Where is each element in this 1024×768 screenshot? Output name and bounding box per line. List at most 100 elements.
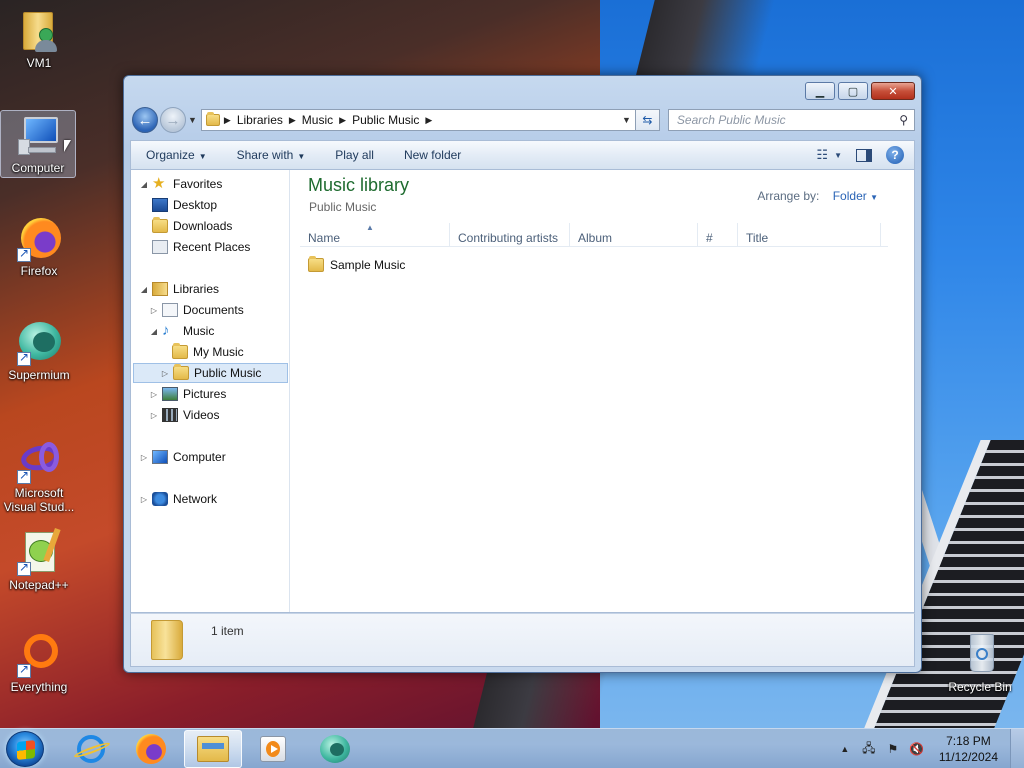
taskbar-windows-explorer[interactable] xyxy=(184,730,242,768)
nav-label: Music xyxy=(183,324,215,338)
organize-button[interactable]: Organize ▼ xyxy=(131,148,222,162)
taskbar-supermium[interactable] xyxy=(306,730,364,768)
desktop-icon-everything[interactable]: Everything xyxy=(1,630,77,694)
collapsed-arrow-icon[interactable]: ▷ xyxy=(139,495,149,504)
desktop-icon-recycle-bin[interactable]: Recycle Bin xyxy=(940,630,1020,694)
nav-documents[interactable]: ▷ Documents xyxy=(149,300,244,320)
notepadpp-icon xyxy=(15,527,63,576)
item-count: 1 item xyxy=(211,624,244,638)
desktop-icon-vm1[interactable]: VM1 xyxy=(1,6,77,70)
close-button[interactable]: ✕ xyxy=(871,82,915,100)
column-number[interactable]: # xyxy=(698,223,738,246)
chevron-down-icon: ▼ xyxy=(198,152,207,161)
search-input[interactable]: Search Public Music ⚲ xyxy=(667,109,915,131)
address-history-dropdown[interactable]: ▼ xyxy=(622,115,631,125)
nav-desktop[interactable]: Desktop xyxy=(152,195,217,215)
column-label: # xyxy=(706,231,713,245)
nav-libraries[interactable]: ◢ Libraries xyxy=(139,279,219,299)
desktop-icon-visual-studio[interactable]: Microsoft Visual Stud... xyxy=(1,436,77,514)
breadcrumb-separator[interactable]: ▶ xyxy=(339,115,346,126)
details-pane: 1 item xyxy=(130,613,915,667)
help-icon[interactable]: ? xyxy=(886,146,904,164)
column-contributing-artists[interactable]: Contributing artists xyxy=(450,223,570,246)
column-album[interactable]: Album xyxy=(570,223,698,246)
clock[interactable]: 7:18 PM 11/12/2024 xyxy=(939,733,998,765)
internet-explorer-icon xyxy=(73,735,111,763)
nav-my-music[interactable]: My Music xyxy=(172,342,244,362)
minimize-button[interactable]: ▁ xyxy=(805,82,835,100)
show-hidden-icons-button[interactable]: ▲ xyxy=(837,741,853,757)
taskbar-internet-explorer[interactable] xyxy=(62,730,120,768)
collapsed-arrow-icon[interactable]: ▷ xyxy=(149,390,159,399)
collapsed-arrow-icon[interactable]: ▷ xyxy=(160,369,170,378)
breadcrumb-separator[interactable]: ▶ xyxy=(224,115,231,126)
play-all-button[interactable]: Play all xyxy=(320,148,389,162)
nav-downloads[interactable]: Downloads xyxy=(152,216,232,236)
arrange-by-dropdown[interactable]: Folder ▼ xyxy=(833,189,878,203)
nav-label: Desktop xyxy=(173,198,218,212)
caption-buttons: ▁ ▢ ✕ xyxy=(805,82,915,100)
arrange-label: Arrange by: xyxy=(757,189,820,203)
volume-muted-icon[interactable]: 🔇 xyxy=(909,741,925,757)
expand-arrow-icon[interactable]: ◢ xyxy=(139,285,149,294)
maximize-button[interactable]: ▢ xyxy=(838,82,868,100)
breadcrumb-separator[interactable]: ▶ xyxy=(425,115,432,126)
show-desktop-button[interactable] xyxy=(1010,729,1024,768)
firefox-icon xyxy=(15,214,63,262)
desktop-icon-notepadpp[interactable]: Notepad++ xyxy=(1,527,77,592)
column-title[interactable]: Title xyxy=(738,223,881,246)
documents-icon xyxy=(162,303,178,317)
expand-arrow-icon[interactable]: ◢ xyxy=(149,327,159,336)
start-button[interactable] xyxy=(6,731,44,767)
view-options-dropdown[interactable]: ▼ xyxy=(834,151,842,160)
sort-ascending-icon: ▲ xyxy=(366,223,374,232)
nav-music[interactable]: ◢ ♪ Music xyxy=(149,321,214,341)
preview-pane-icon[interactable] xyxy=(856,148,872,162)
nav-favorites[interactable]: ◢ ★ Favorites xyxy=(139,174,222,194)
collapsed-arrow-icon[interactable]: ▷ xyxy=(149,306,159,315)
action-center-flag-icon[interactable]: ⚑ xyxy=(885,741,901,757)
nav-computer[interactable]: ▷ Computer xyxy=(139,447,226,467)
column-name[interactable]: ▲ Name xyxy=(300,223,450,246)
list-item[interactable]: Sample Music xyxy=(308,256,405,272)
library-subtitle: Public Music xyxy=(309,200,377,214)
nav-label: Documents xyxy=(183,303,244,317)
clock-time: 7:18 PM xyxy=(946,734,991,748)
share-with-button[interactable]: Share with ▼ xyxy=(222,148,321,162)
share-with-label: Share with xyxy=(236,148,294,162)
refresh-button[interactable]: ⇆ xyxy=(635,109,660,131)
mouse-cursor xyxy=(64,140,71,152)
nav-videos[interactable]: ▷ Videos xyxy=(149,405,219,425)
recent-pages-dropdown[interactable]: ▼ xyxy=(188,115,197,125)
search-icon[interactable]: ⚲ xyxy=(899,113,908,127)
taskbar-firefox[interactable] xyxy=(122,730,180,768)
forward-button[interactable]: → xyxy=(160,107,186,133)
firefox-icon xyxy=(136,734,166,764)
breadcrumb-public-music[interactable]: Public Music xyxy=(352,113,419,127)
back-button[interactable]: ← xyxy=(132,107,158,133)
computer-icon xyxy=(14,111,62,159)
nav-recent-places[interactable]: Recent Places xyxy=(152,237,250,257)
chevron-down-icon: ▼ xyxy=(297,152,306,161)
nav-pictures[interactable]: ▷ Pictures xyxy=(149,384,226,404)
expand-arrow-icon[interactable]: ◢ xyxy=(139,180,149,189)
windows-logo-icon xyxy=(17,740,35,760)
breadcrumb-music[interactable]: Music xyxy=(302,113,333,127)
organize-label: Organize xyxy=(146,148,195,162)
taskbar-media-player[interactable] xyxy=(244,730,302,768)
nav-label: Libraries xyxy=(173,282,220,296)
collapsed-arrow-icon[interactable]: ▷ xyxy=(139,453,149,462)
nav-public-music[interactable]: ▷ Public Music xyxy=(133,363,288,383)
collapsed-arrow-icon[interactable]: ▷ xyxy=(149,411,159,420)
desktop-icon-label: Notepad++ xyxy=(9,578,69,592)
change-view-icon[interactable]: ☷ xyxy=(816,147,828,163)
address-bar[interactable]: ▶ Libraries ▶ Music ▶ Public Music ▶ ▼ xyxy=(200,109,636,131)
breadcrumb-separator[interactable]: ▶ xyxy=(289,115,296,126)
nav-network[interactable]: ▷ Network xyxy=(139,489,217,509)
network-icon[interactable]: 🖧 xyxy=(861,741,877,757)
desktop-icon-supermium[interactable]: Supermium xyxy=(1,318,77,382)
breadcrumb-libraries[interactable]: Libraries xyxy=(237,113,283,127)
new-folder-button[interactable]: New folder xyxy=(389,148,476,162)
desktop-icon-firefox[interactable]: Firefox xyxy=(1,214,77,278)
system-tray: ▲ 🖧 ⚑ 🔇 7:18 PM 11/12/2024 xyxy=(833,729,1024,768)
